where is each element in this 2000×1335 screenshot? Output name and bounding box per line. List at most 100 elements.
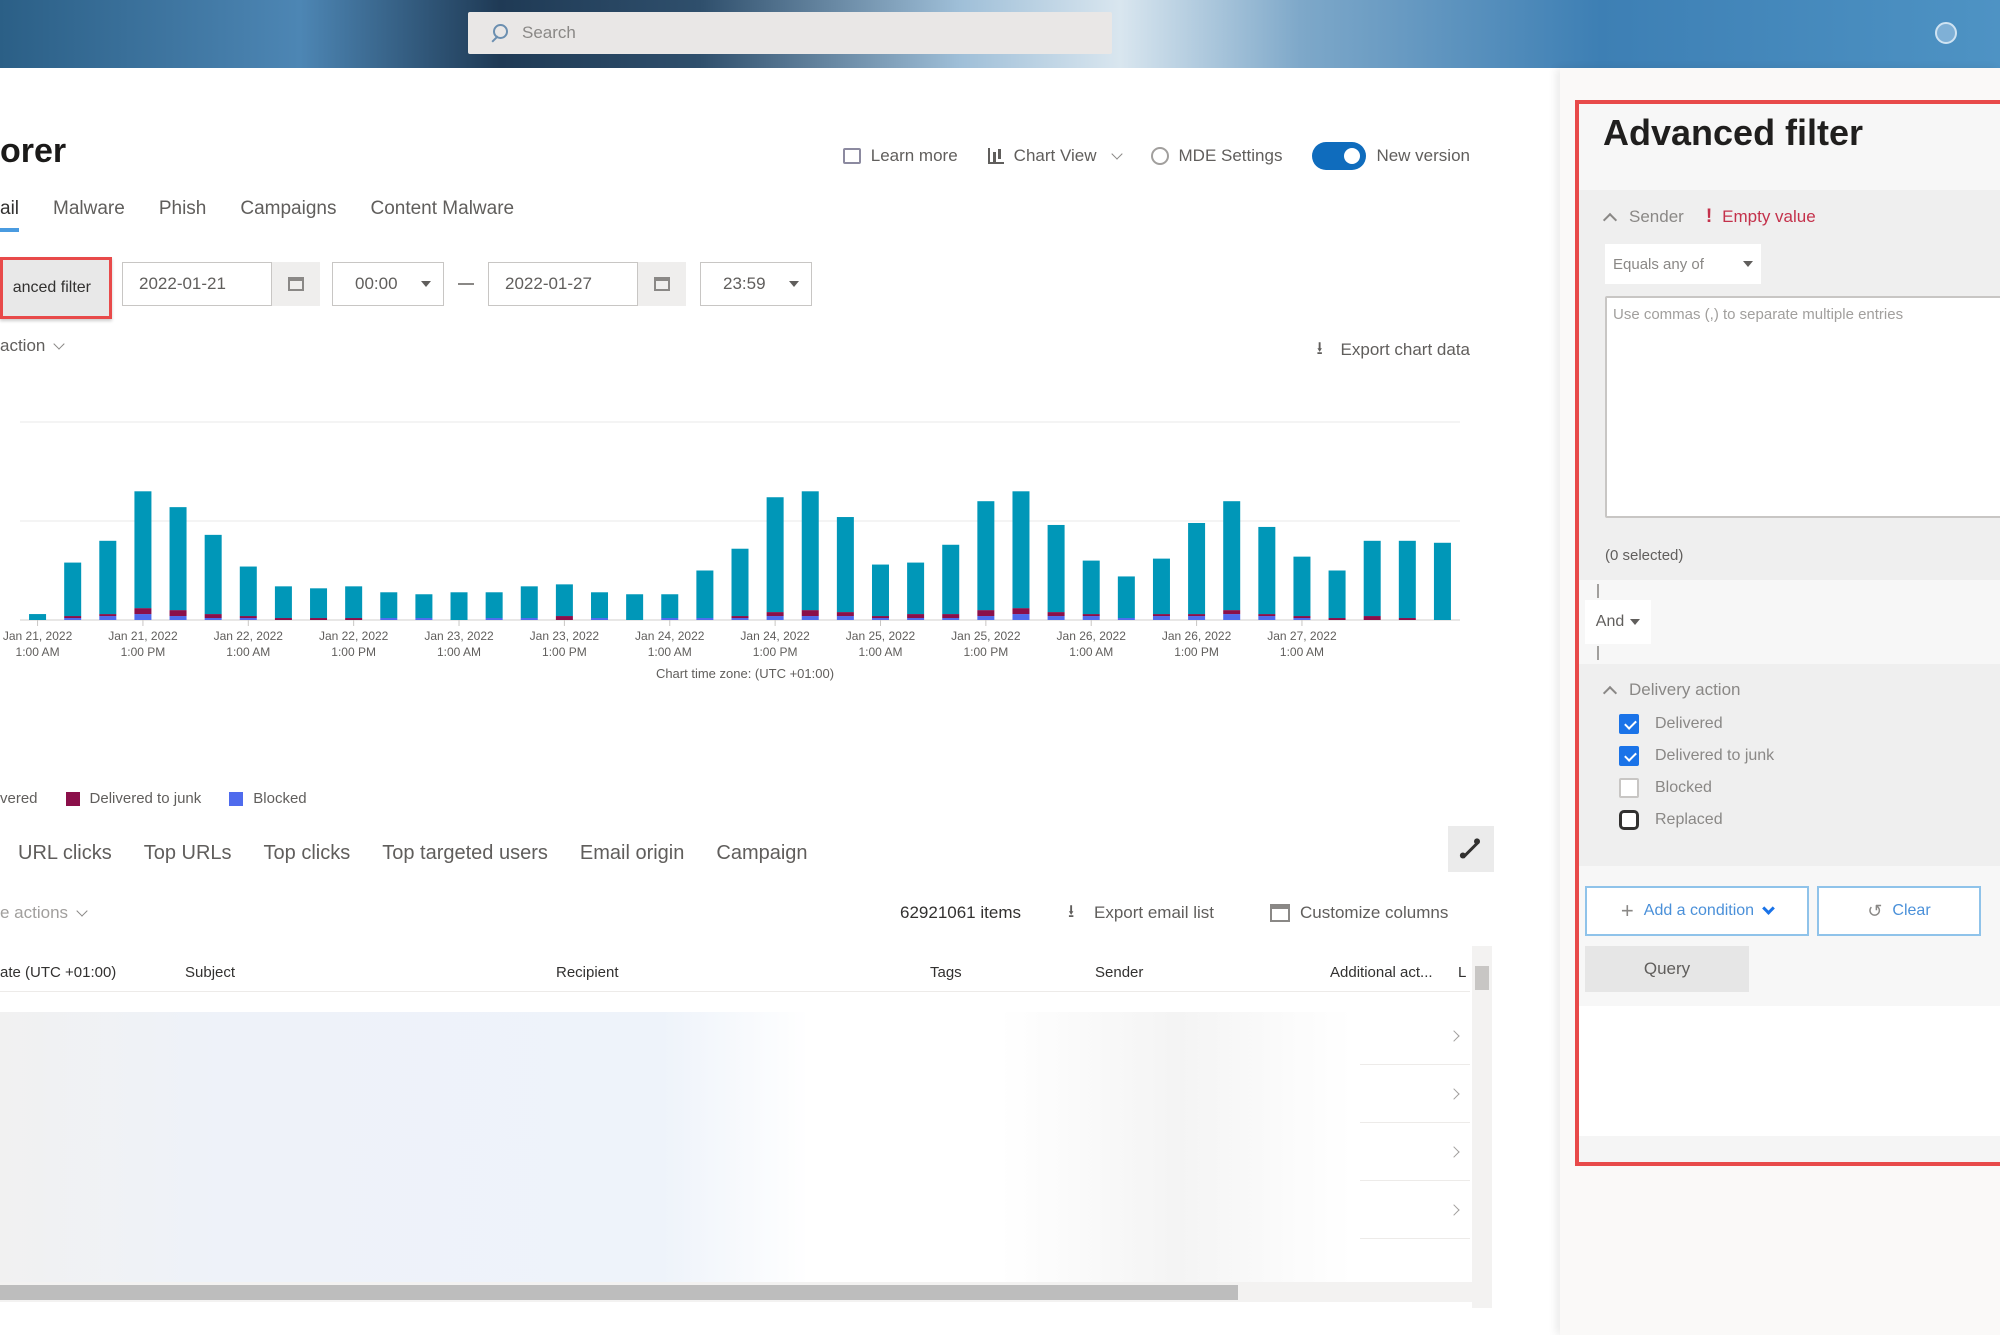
legend-item-blocked[interactable]: Blocked <box>229 790 307 807</box>
bar-blocked[interactable] <box>942 618 960 620</box>
legend-item-delivered[interactable]: vered <box>0 790 38 807</box>
tab-content-malware[interactable]: Content Malware <box>370 198 514 232</box>
bar-delivered[interactable] <box>626 594 644 620</box>
bar-delivered-to-junk[interactable] <box>1152 614 1170 617</box>
tab-campaigns[interactable]: Campaigns <box>240 198 336 232</box>
start-time-select[interactable]: 00:00 <box>332 262 444 306</box>
sender-values-input[interactable] <box>1605 296 2000 518</box>
column-header-additional-actions[interactable]: Additional act... <box>1330 964 1433 981</box>
checkbox-delivered-to-junk[interactable] <box>1619 746 1639 766</box>
bar-delivered-to-junk[interactable] <box>1363 616 1381 620</box>
row-expand-icon[interactable] <box>1448 1146 1460 1158</box>
bar-delivered-to-junk[interactable] <box>169 610 187 617</box>
search-box[interactable]: Search <box>468 12 1112 54</box>
bar-delivered-to-junk[interactable] <box>134 608 152 615</box>
bar-delivered[interactable] <box>942 544 960 615</box>
bar-blocked[interactable] <box>836 616 854 620</box>
bar-delivered[interactable] <box>1258 526 1276 615</box>
tab-campaign[interactable]: Campaign <box>716 842 807 865</box>
bar-delivered[interactable] <box>1047 524 1065 613</box>
bar-delivered[interactable] <box>555 584 573 617</box>
bar-blocked[interactable] <box>204 618 222 620</box>
query-button[interactable]: Query <box>1585 946 1749 992</box>
bar-delivered[interactable] <box>29 614 47 620</box>
bar-delivered-to-junk[interactable] <box>942 614 960 619</box>
start-date-input[interactable]: 2022-01-21 <box>122 262 272 306</box>
bar-delivered-to-junk[interactable] <box>1223 610 1241 615</box>
join-operator-select[interactable]: And <box>1585 600 1651 644</box>
column-header-sender[interactable]: Sender <box>1095 964 1143 981</box>
column-header-recipient[interactable]: Recipient <box>556 964 619 981</box>
option-delivered-to-junk[interactable]: Delivered to junk <box>1605 746 1985 766</box>
bar-delivered[interactable] <box>977 501 995 611</box>
bar-delivered-to-junk[interactable] <box>836 612 854 617</box>
bar-blocked[interactable] <box>520 618 538 620</box>
end-time-select[interactable]: 23:59 <box>700 262 812 306</box>
add-condition-button[interactable]: + Add a condition <box>1585 886 1809 936</box>
bar-delivered[interactable] <box>485 592 503 619</box>
bar-delivered[interactable] <box>450 592 468 620</box>
bar-blocked[interactable] <box>1188 616 1206 620</box>
bar-blocked[interactable] <box>64 618 82 620</box>
checkbox-blocked[interactable] <box>1619 778 1639 798</box>
bar-delivered[interactable] <box>1363 540 1381 617</box>
tab-phish[interactable]: Phish <box>159 198 207 232</box>
delivery-action-header[interactable]: Delivery action <box>1602 680 1985 700</box>
bar-delivered-to-junk[interactable] <box>871 616 889 619</box>
bar-blocked[interactable] <box>661 618 679 620</box>
bar-delivered[interactable] <box>1152 558 1170 615</box>
bar-delivered-to-junk[interactable] <box>555 616 573 620</box>
chart-view-dropdown[interactable]: Chart View <box>987 146 1123 166</box>
bar-delivered-to-junk[interactable] <box>1328 618 1346 620</box>
row-expand-icon[interactable] <box>1448 1088 1460 1100</box>
bar-blocked[interactable] <box>1223 614 1241 620</box>
bar-delivered-to-junk[interactable] <box>345 618 363 620</box>
bar-blocked[interactable] <box>591 618 609 620</box>
bar-delivered[interactable] <box>520 586 538 619</box>
bar-delivered[interactable] <box>169 507 187 611</box>
bar-delivered-to-junk[interactable] <box>1012 608 1030 615</box>
bar-delivered[interactable] <box>696 570 714 619</box>
customize-columns-button[interactable]: Customize columns <box>1270 903 1448 923</box>
bar-blocked[interactable] <box>134 614 152 620</box>
bar-blocked[interactable] <box>1082 616 1100 620</box>
bar-delivered-to-junk[interactable] <box>907 614 925 619</box>
bar-delivered[interactable] <box>310 588 328 619</box>
bar-delivered-to-junk[interactable] <box>274 618 292 620</box>
bar-delivered-to-junk[interactable] <box>1258 614 1276 617</box>
bar-delivered-to-junk[interactable] <box>1082 614 1100 617</box>
pivot-dropdown[interactable]: action <box>0 336 66 356</box>
bar-delivered-to-junk[interactable] <box>310 618 328 620</box>
bar-delivered[interactable] <box>1293 556 1311 617</box>
bar-delivered[interactable] <box>871 564 889 617</box>
vertical-scrollbar[interactable] <box>1472 946 1492 1308</box>
bar-delivered[interactable] <box>801 491 819 611</box>
option-blocked[interactable]: Blocked <box>1605 778 1985 798</box>
tab-top-clicks[interactable]: Top clicks <box>264 842 351 865</box>
vertical-scrollbar-thumb[interactable] <box>1475 966 1489 990</box>
bar-delivered-to-junk[interactable] <box>977 610 995 617</box>
bar-delivered-to-junk[interactable] <box>1188 614 1206 617</box>
column-header-l[interactable]: L <box>1458 964 1466 981</box>
bar-blocked[interactable] <box>1152 616 1170 620</box>
legend-item-delivered-to-junk[interactable]: Delivered to junk <box>65 790 201 807</box>
bar-blocked[interactable] <box>801 616 819 620</box>
bar-delivered[interactable] <box>907 562 925 615</box>
bar-delivered[interactable] <box>380 592 398 619</box>
bar-blocked[interactable] <box>1258 616 1276 620</box>
bar-delivered[interactable] <box>1188 522 1206 615</box>
bar-delivered[interactable] <box>239 566 257 617</box>
tab-malware[interactable]: Malware <box>53 198 125 232</box>
bar-blocked[interactable] <box>169 616 187 620</box>
bar-blocked[interactable] <box>731 618 749 620</box>
bar-delivered-to-junk[interactable] <box>766 612 784 617</box>
bar-delivered-to-junk[interactable] <box>801 610 819 617</box>
bar-blocked[interactable] <box>1012 614 1030 620</box>
bar-blocked[interactable] <box>99 616 117 620</box>
bar-delivered[interactable] <box>1223 501 1241 611</box>
mde-settings-button[interactable]: MDE Settings <box>1150 146 1282 166</box>
bar-delivered[interactable] <box>99 540 117 615</box>
end-date-input[interactable]: 2022-01-27 <box>488 262 638 306</box>
end-date-picker-button[interactable] <box>638 262 686 306</box>
tab-url-clicks[interactable]: URL clicks <box>18 842 112 865</box>
